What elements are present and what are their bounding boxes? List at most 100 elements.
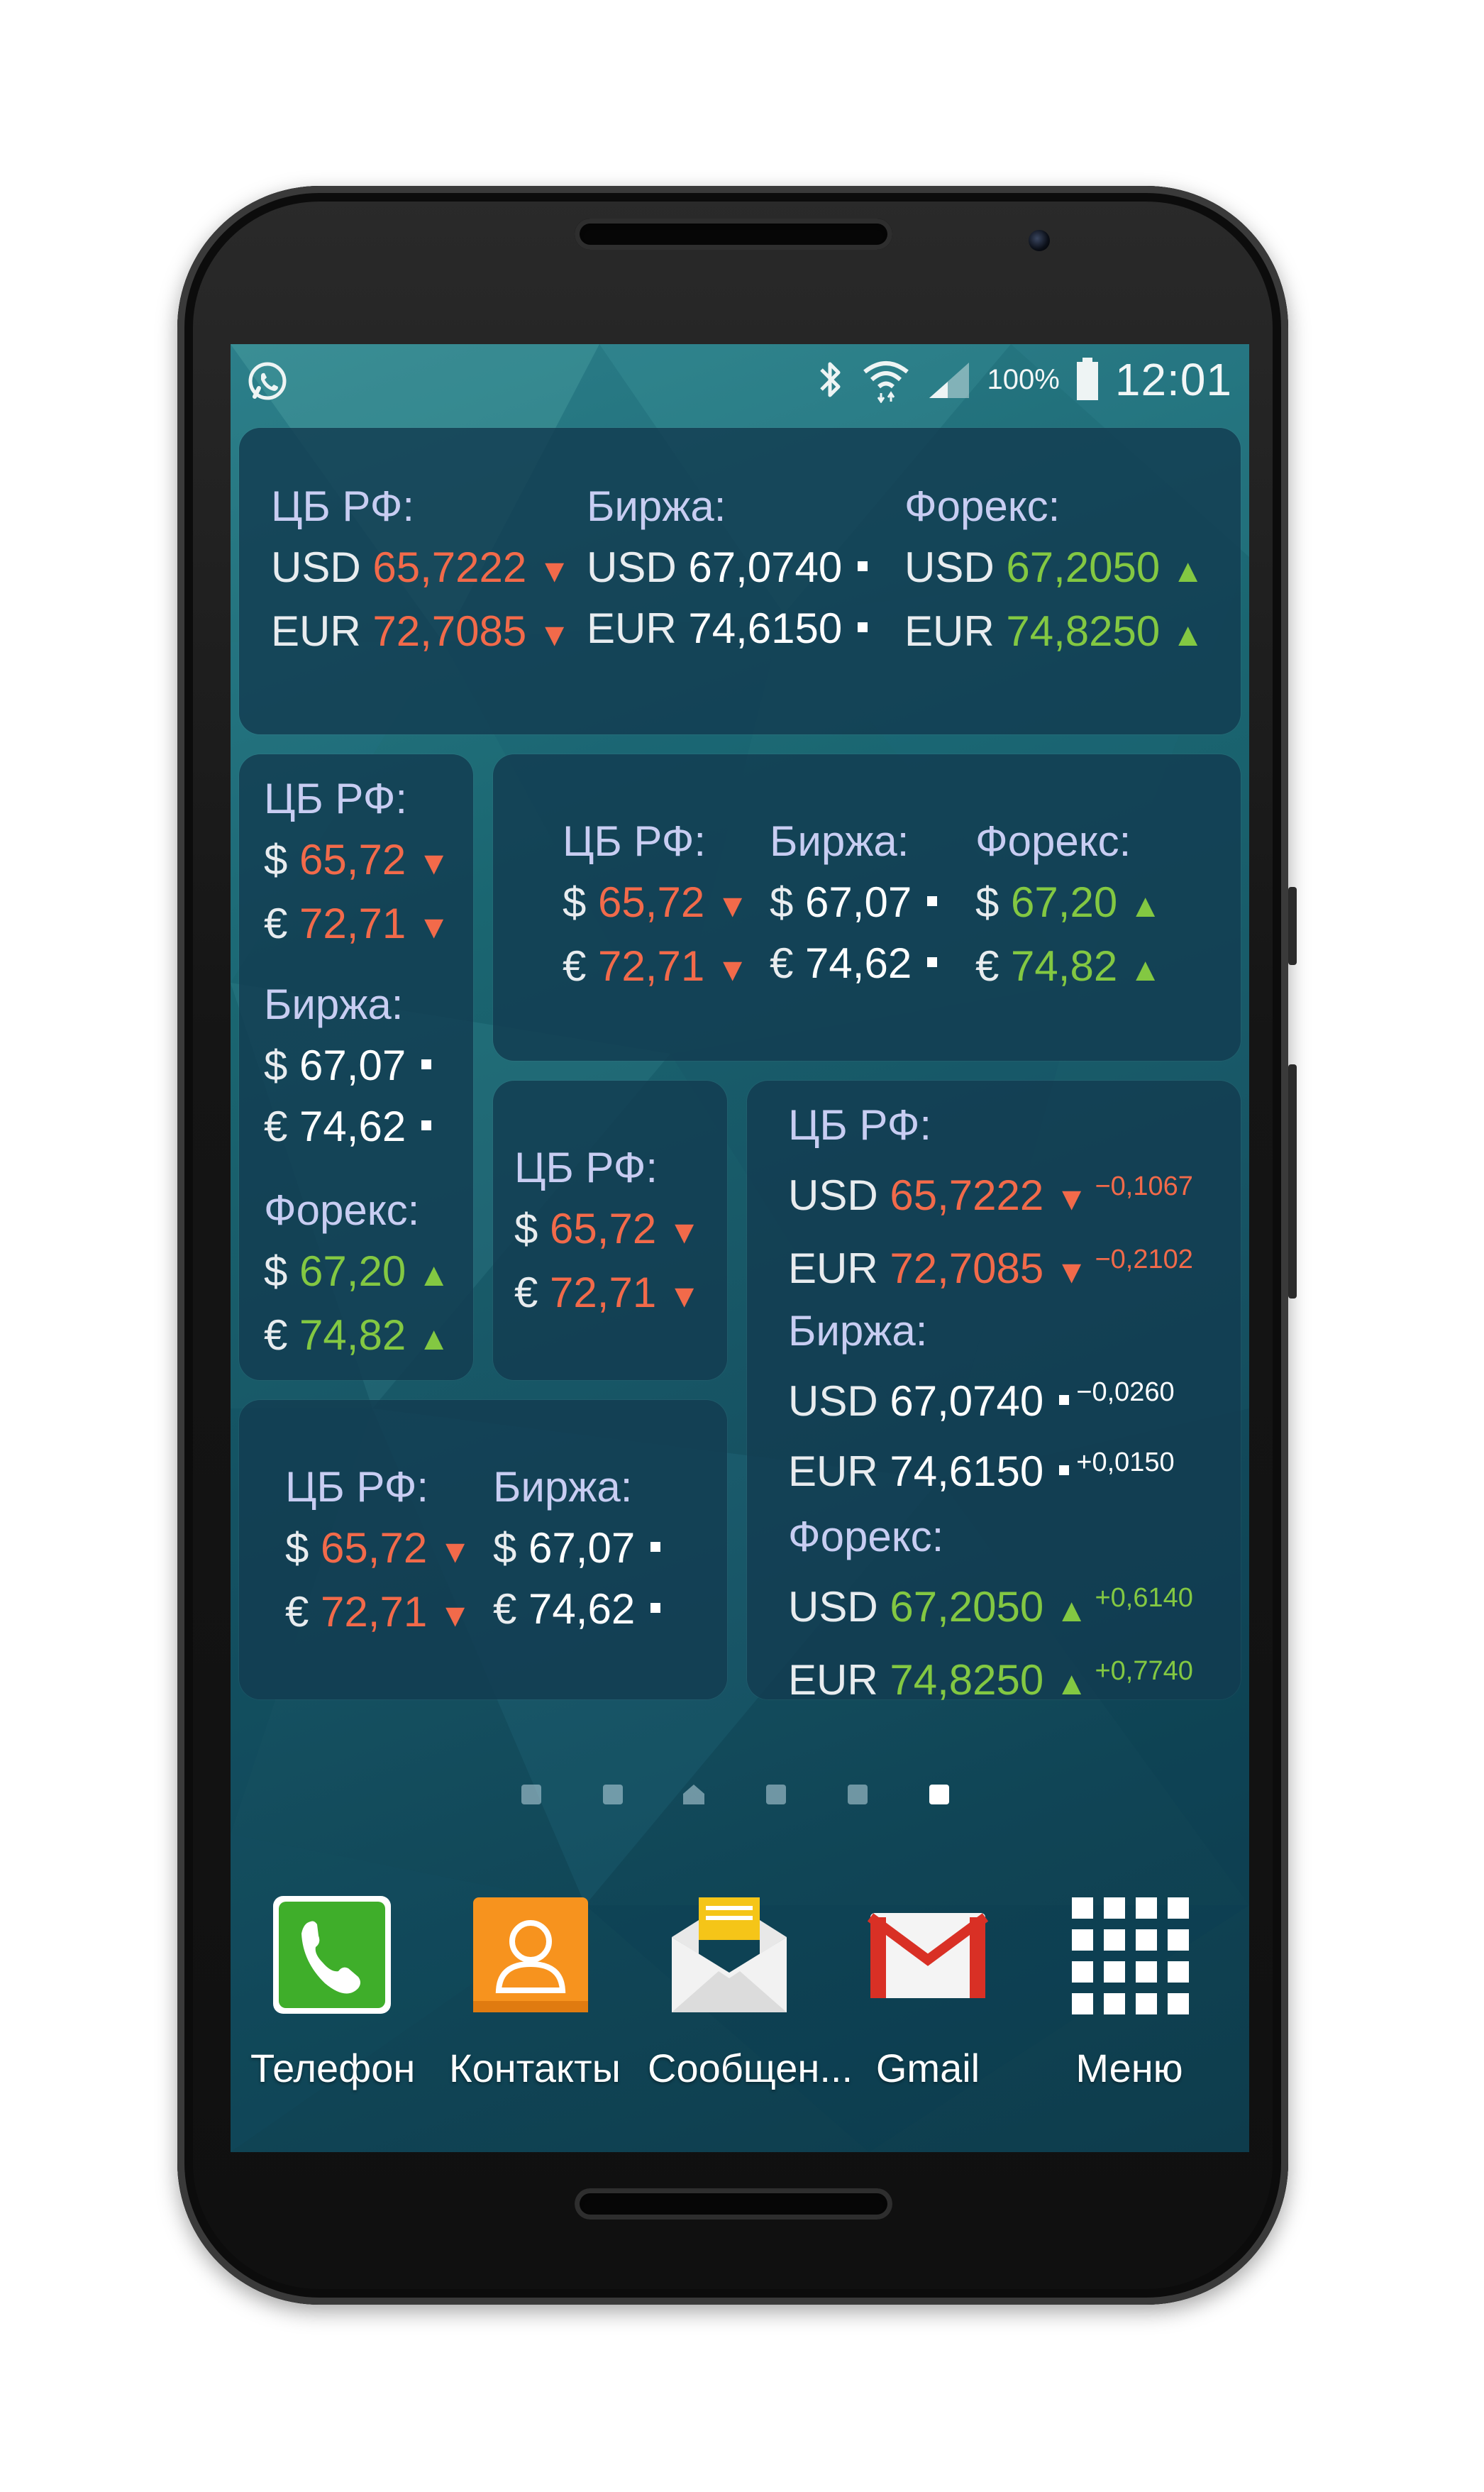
rate-value: 72,71 [299, 900, 406, 947]
page-dot[interactable] [603, 1785, 623, 1804]
home-page-icon[interactable] [682, 1783, 706, 1806]
source-column-exchange: Биржа: $ 67,07 € 74,62 [770, 811, 938, 994]
rate-value: 74,8250 [890, 1656, 1044, 1704]
currency-symbol: € [563, 942, 587, 990]
trend-flat-icon [421, 1059, 432, 1070]
rate-value: 74,82 [299, 1311, 406, 1359]
rate-value: 67,20 [1011, 878, 1118, 926]
rate-value: 65,72 [299, 836, 406, 883]
rate-row-usd: $ 65,72 ▼ [285, 1518, 471, 1582]
rate-row-usd: USD 67,0740 [587, 537, 868, 598]
rate-row-eur: EUR 74,6150 +0,0150 [788, 1432, 1175, 1502]
currency-code: USD [788, 1583, 878, 1631]
status-icons: 100% 12:01 [814, 344, 1232, 415]
currency-symbol: € [264, 1311, 288, 1359]
phone-icon [272, 1895, 392, 2015]
source-header: Биржа: [770, 817, 909, 865]
rate-row-eur: EUR 72,7085 ▼ [271, 601, 570, 665]
currency-widget-wide[interactable]: ЦБ РФ: $ 65,72 ▼ € 72,71 ▼ Биржа: $ 67,0… [239, 1400, 727, 1699]
rate-value: 74,6150 [688, 605, 843, 652]
page-dot[interactable] [521, 1785, 541, 1804]
dock-app-phone[interactable]: Телефон [250, 1895, 415, 2091]
rate-value: 72,7085 [372, 607, 527, 655]
rate-row-usd: $ 67,20 ▲ [264, 1241, 450, 1305]
trend-flat-icon [421, 1120, 432, 1131]
rate-delta: −0,2102 [1095, 1245, 1193, 1274]
source-header: Форекс: [264, 1186, 420, 1234]
messages-icon [669, 1895, 790, 2015]
currency-symbol: $ [514, 1205, 538, 1252]
trend-flat-icon [858, 561, 868, 572]
currency-symbol: € [493, 1585, 517, 1633]
trend-down-icon: ▼ [1055, 1180, 1088, 1217]
trend-flat-icon [858, 622, 868, 633]
trend-flat-icon [1059, 1395, 1070, 1406]
dock-app-gmail[interactable]: Gmail [846, 1895, 1009, 2091]
trend-up-icon: ▲ [1171, 552, 1205, 589]
rate-value: 67,07 [805, 878, 912, 926]
currency-code: USD [788, 1377, 878, 1425]
trend-down-icon: ▼ [1055, 1253, 1088, 1290]
trend-down-icon: ▼ [538, 616, 571, 653]
rate-row-usd: USD 67,2050 ▲ [904, 537, 1204, 601]
currency-widget-small[interactable]: ЦБ РФ: $ 65,72 ▼ € 72,71 ▼ [493, 1081, 727, 1380]
rate-row-usd: USD 65,7222 ▼ −0,1067 [788, 1156, 1193, 1229]
rate-value: 67,2050 [1006, 544, 1161, 591]
rate-value: 65,7222 [372, 544, 527, 591]
rate-value: 67,07 [299, 1042, 406, 1089]
dock-label: Контакты [449, 2046, 621, 2090]
rate-value: 74,62 [299, 1103, 406, 1150]
rate-value: 67,20 [299, 1247, 406, 1295]
rate-row-usd: $ 67,07 [770, 872, 938, 933]
rate-row-usd: USD 67,0740 −0,0260 [788, 1362, 1175, 1432]
rate-row-eur: EUR 74,6150 [587, 598, 868, 659]
page-dot[interactable] [766, 1785, 786, 1804]
rate-row-usd: $ 65,72 ▼ [514, 1198, 700, 1262]
page-dot-active[interactable] [929, 1785, 949, 1804]
source-header: Биржа: [493, 1463, 633, 1511]
rate-value: 74,82 [1011, 942, 1118, 990]
bluetooth-icon [819, 362, 841, 397]
currency-code: EUR [904, 607, 995, 655]
source-header: Форекс: [788, 1513, 944, 1560]
currency-symbol: $ [264, 1042, 288, 1089]
dock-app-contacts[interactable]: Контакты [449, 1895, 621, 2091]
source-header: Форекс: [904, 483, 1061, 530]
trend-down-icon: ▼ [716, 951, 749, 988]
battery-icon [1076, 358, 1098, 400]
trend-down-icon: ▼ [668, 1277, 701, 1314]
signal-icon [929, 363, 969, 398]
rate-value: 72,71 [598, 942, 705, 990]
source-group-exchange: Биржа: USD 67,0740 −0,0260 EUR 74,6150 +0,… [788, 1301, 1175, 1502]
apps-grid-icon [1069, 1895, 1190, 2015]
gmail-icon [867, 1895, 989, 2015]
rate-row-usd: USD 67,2050 ▲ +0,6140 [788, 1567, 1193, 1641]
source-column-exchange: Биржа: USD 67,0740 EUR 74,6150 [587, 476, 868, 659]
page-indicator [231, 1785, 1249, 1813]
trend-up-icon: ▲ [1055, 1592, 1088, 1628]
dock-app-menu[interactable]: Меню [1048, 1895, 1211, 2091]
rate-value: 65,7222 [890, 1171, 1044, 1219]
currency-symbol: $ [770, 878, 794, 926]
currency-code: USD [271, 544, 361, 591]
rate-value: 72,7085 [890, 1245, 1044, 1292]
trend-flat-icon [927, 896, 938, 907]
currency-symbol: € [975, 942, 1000, 990]
currency-widget-detailed[interactable]: ЦБ РФ: USD 65,7222 ▼ −0,1067 EUR 72,7085 … [747, 1081, 1241, 1704]
rate-value: 74,62 [528, 1585, 636, 1633]
front-camera [1029, 230, 1050, 251]
currency-widget-large[interactable]: ЦБ РФ: USD 65,7222 ▼ EUR 72,7085 ▼ Биржа… [239, 428, 1241, 734]
source-header: ЦБ РФ: [264, 775, 408, 822]
trend-up-icon: ▲ [1129, 887, 1162, 924]
currency-widget-tall[interactable]: ЦБ РФ: $ 65,72 ▼ € 72,71 ▼ Биржа: $ 67,0… [239, 754, 473, 1380]
bottom-speaker [575, 2188, 892, 2220]
currency-code: USD [788, 1171, 878, 1219]
currency-widget-medium[interactable]: ЦБ РФ: $ 65,72 ▼ € 72,71 ▼ Биржа: $ 67,0… [493, 754, 1241, 1061]
currency-code: EUR [271, 607, 361, 655]
rate-row-eur: € 74,82 ▲ [264, 1305, 450, 1369]
currency-code: EUR [788, 1656, 878, 1704]
home-screen: 100% 12:01 ЦБ РФ: USD 65,7222 ▼ EUR 72,7… [231, 344, 1249, 2152]
page-dot[interactable] [848, 1785, 868, 1804]
trend-up-icon: ▲ [1171, 616, 1205, 653]
dock-app-messages[interactable]: Сообщен... [648, 1895, 853, 2091]
